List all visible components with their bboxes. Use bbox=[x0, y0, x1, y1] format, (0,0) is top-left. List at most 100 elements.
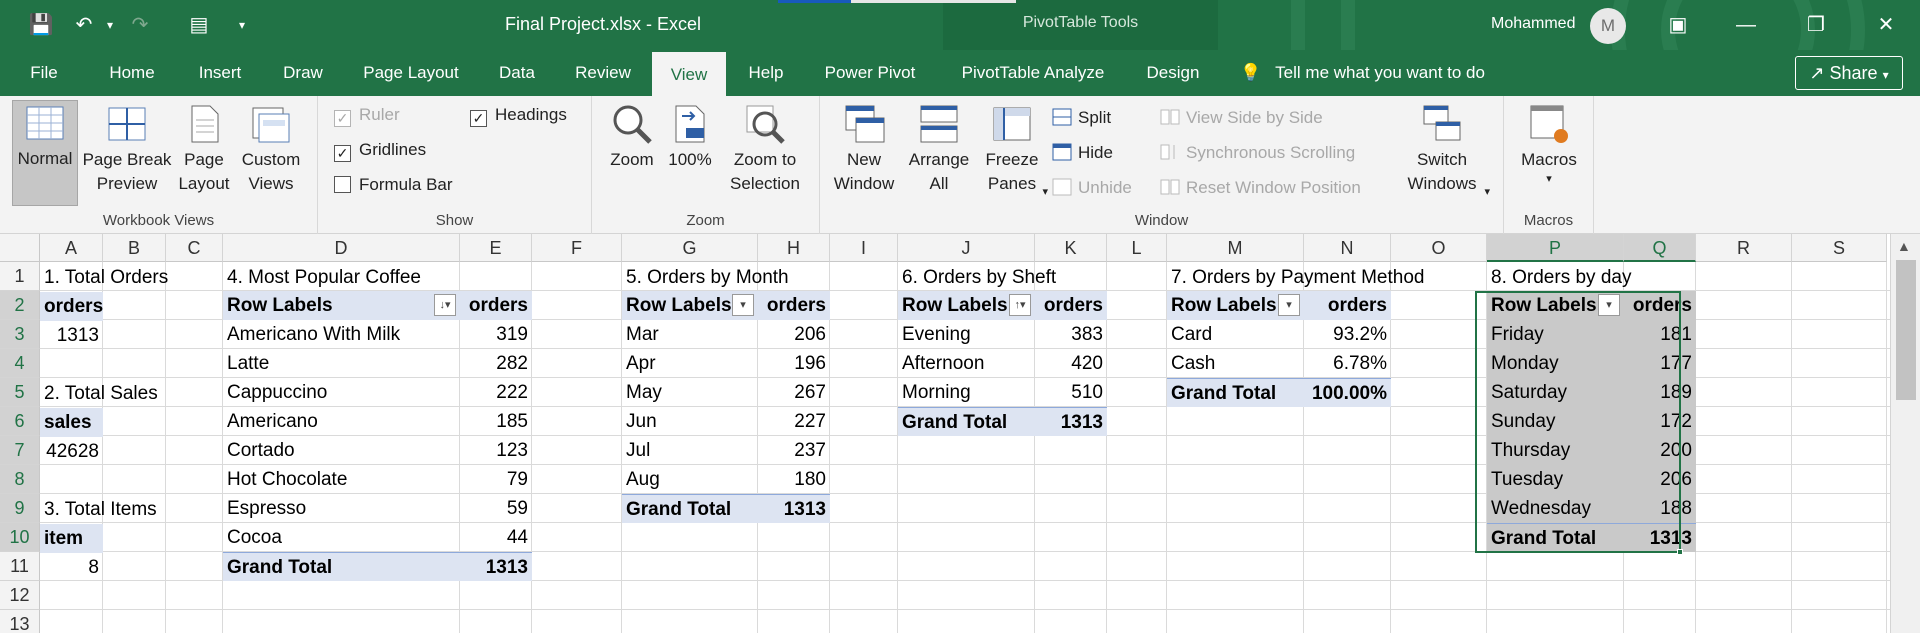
restore-icon[interactable]: ❐ bbox=[1796, 10, 1836, 40]
payment-row-value[interactable]: 6.78% bbox=[1304, 349, 1391, 378]
shift-row-value[interactable]: 420 bbox=[1035, 349, 1107, 378]
total-sales-value[interactable]: 42628 bbox=[40, 437, 103, 466]
shift-grand-total-label[interactable]: Grand Total bbox=[898, 407, 1035, 436]
tab-help[interactable]: Help bbox=[737, 50, 795, 96]
payment-grand-total-value[interactable]: 100.00% bbox=[1304, 378, 1391, 407]
column-header-A[interactable]: A bbox=[40, 234, 103, 262]
column-header-C[interactable]: C bbox=[166, 234, 223, 262]
column-header-P[interactable]: P bbox=[1487, 234, 1624, 262]
shift-row-label[interactable]: Morning bbox=[898, 378, 1035, 407]
payment-orders-header[interactable]: orders bbox=[1304, 291, 1391, 320]
total-items-value[interactable]: 8 bbox=[40, 553, 103, 582]
payment-row-label[interactable]: Cash bbox=[1167, 349, 1304, 378]
fill-handle[interactable] bbox=[1677, 549, 1683, 555]
coffee-row-label[interactable]: Cortado bbox=[223, 436, 460, 465]
row-header-10[interactable]: 10 bbox=[0, 523, 40, 552]
filter-dropdown-icon[interactable]: ↓▾ bbox=[434, 294, 456, 316]
tab-data[interactable]: Data bbox=[487, 50, 547, 96]
freeze-panes-button[interactable]: Freeze Panes ▾ bbox=[978, 102, 1048, 198]
column-header-J[interactable]: J bbox=[898, 234, 1035, 262]
hide-button[interactable]: Hide bbox=[1052, 139, 1113, 167]
zoom-100-button[interactable]: 100% bbox=[664, 102, 716, 172]
row-header-1[interactable]: 1 bbox=[0, 262, 40, 291]
page-break-preview-button[interactable]: Page Break Preview bbox=[82, 102, 172, 196]
zoom-button[interactable]: Zoom bbox=[606, 102, 658, 172]
filter-dropdown-icon[interactable]: ↑▾ bbox=[1009, 294, 1031, 316]
tab-insert[interactable]: Insert bbox=[185, 50, 255, 96]
page-layout-view-button[interactable]: Page Layout bbox=[176, 102, 232, 196]
coffee-grand-total-value[interactable]: 1313 bbox=[460, 552, 532, 581]
shift-grand-total-value[interactable]: 1313 bbox=[1035, 407, 1107, 436]
shift-orders-header[interactable]: orders bbox=[1035, 291, 1107, 320]
column-header-N[interactable]: N bbox=[1304, 234, 1391, 262]
normal-view-button[interactable]: Normal bbox=[12, 100, 78, 206]
row-header-4[interactable]: 4 bbox=[0, 349, 40, 378]
month-row-label[interactable]: Apr bbox=[622, 349, 758, 378]
save-icon[interactable]: 💾 bbox=[27, 11, 55, 39]
row-header-5[interactable]: 5 bbox=[0, 378, 40, 407]
column-header-L[interactable]: L bbox=[1107, 234, 1167, 262]
column-header-G[interactable]: G bbox=[622, 234, 758, 262]
row-header-7[interactable]: 7 bbox=[0, 436, 40, 465]
customize-icon[interactable]: ▾ bbox=[228, 11, 256, 39]
coffee-row-value[interactable]: 222 bbox=[460, 378, 532, 407]
month-grand-total-label[interactable]: Grand Total bbox=[622, 494, 758, 523]
coffee-orders-header[interactable]: orders bbox=[460, 291, 532, 320]
coffee-row-value[interactable]: 79 bbox=[460, 465, 532, 494]
macros-button[interactable]: Macros ▾ bbox=[1516, 102, 1582, 186]
shift-row-value[interactable]: 383 bbox=[1035, 320, 1107, 349]
custom-views-button[interactable]: Custom Views bbox=[236, 102, 306, 196]
undo-icon[interactable]: ↶ bbox=[70, 11, 98, 39]
tab-file[interactable]: File bbox=[14, 50, 74, 96]
coffee-row-value[interactable]: 44 bbox=[460, 523, 532, 552]
arrange-all-button[interactable]: Arrange All bbox=[904, 102, 974, 196]
coffee-row-label[interactable]: Cappuccino bbox=[223, 378, 460, 407]
shift-row-label[interactable]: Evening bbox=[898, 320, 1035, 349]
month-row-value[interactable]: 237 bbox=[758, 436, 830, 465]
coffee-row-value[interactable]: 319 bbox=[460, 320, 532, 349]
worksheet-grid[interactable]: ABCDEFGHIJKLMNOPQRS 1 2 3 4 5 6 7 8 9 10 11 12 13 1.… bbox=[0, 234, 1920, 633]
scroll-thumb[interactable] bbox=[1896, 260, 1916, 400]
tell-me-search[interactable]: 💡 Tell me what you want to do bbox=[1240, 50, 1485, 96]
undo-dropdown-icon[interactable]: ▾ bbox=[96, 11, 124, 39]
payment-row-label[interactable]: Card bbox=[1167, 320, 1304, 349]
tab-view[interactable]: View bbox=[652, 50, 726, 96]
month-grand-total-value[interactable]: 1313 bbox=[758, 494, 830, 523]
total-items-header[interactable]: item bbox=[40, 524, 103, 553]
row-header-9[interactable]: 9 bbox=[0, 494, 40, 523]
vertical-scrollbar[interactable]: ▲ bbox=[1890, 234, 1920, 633]
coffee-row-label[interactable]: Espresso bbox=[223, 494, 460, 523]
row-header-6[interactable]: 6 bbox=[0, 407, 40, 436]
column-header-H[interactable]: H bbox=[758, 234, 830, 262]
scroll-up-icon[interactable]: ▲ bbox=[1897, 238, 1911, 254]
coffee-row-value[interactable]: 282 bbox=[460, 349, 532, 378]
month-row-label[interactable]: Mar bbox=[622, 320, 758, 349]
coffee-row-label[interactable]: Hot Chocolate bbox=[223, 465, 460, 494]
form-icon[interactable]: ▤ bbox=[185, 11, 213, 39]
payment-grand-total-label[interactable]: Grand Total bbox=[1167, 378, 1304, 407]
coffee-row-value[interactable]: 185 bbox=[460, 407, 532, 436]
tab-pivottable-analyze[interactable]: PivotTable Analyze bbox=[946, 50, 1120, 96]
column-header-M[interactable]: M bbox=[1167, 234, 1304, 262]
coffee-row-label[interactable]: Latte bbox=[223, 349, 460, 378]
column-header-K[interactable]: K bbox=[1035, 234, 1107, 262]
shift-row-label[interactable]: Afternoon bbox=[898, 349, 1035, 378]
total-sales-header[interactable]: sales bbox=[40, 408, 103, 437]
month-row-label[interactable]: Jul bbox=[622, 436, 758, 465]
share-button[interactable]: ↗ Share ▾ bbox=[1795, 56, 1903, 90]
split-button[interactable]: Split bbox=[1052, 104, 1111, 132]
column-header-F[interactable]: F bbox=[532, 234, 622, 262]
row-header-13[interactable]: 13 bbox=[0, 610, 40, 633]
column-header-I[interactable]: I bbox=[830, 234, 898, 262]
tab-page-layout[interactable]: Page Layout bbox=[350, 50, 472, 96]
tab-design[interactable]: Design bbox=[1136, 50, 1210, 96]
coffee-row-labels-header[interactable]: Row Labels bbox=[223, 291, 460, 320]
month-row-value[interactable]: 227 bbox=[758, 407, 830, 436]
coffee-row-label[interactable]: Americano With Milk bbox=[223, 320, 460, 349]
coffee-row-label[interactable]: Americano bbox=[223, 407, 460, 436]
user-name[interactable]: Mohammed bbox=[1491, 15, 1575, 33]
zoom-to-selection-button[interactable]: Zoom to Selection bbox=[720, 102, 810, 196]
month-row-value[interactable]: 196 bbox=[758, 349, 830, 378]
payment-row-value[interactable]: 93.2% bbox=[1304, 320, 1391, 349]
row-header-2[interactable]: 2 bbox=[0, 291, 40, 320]
